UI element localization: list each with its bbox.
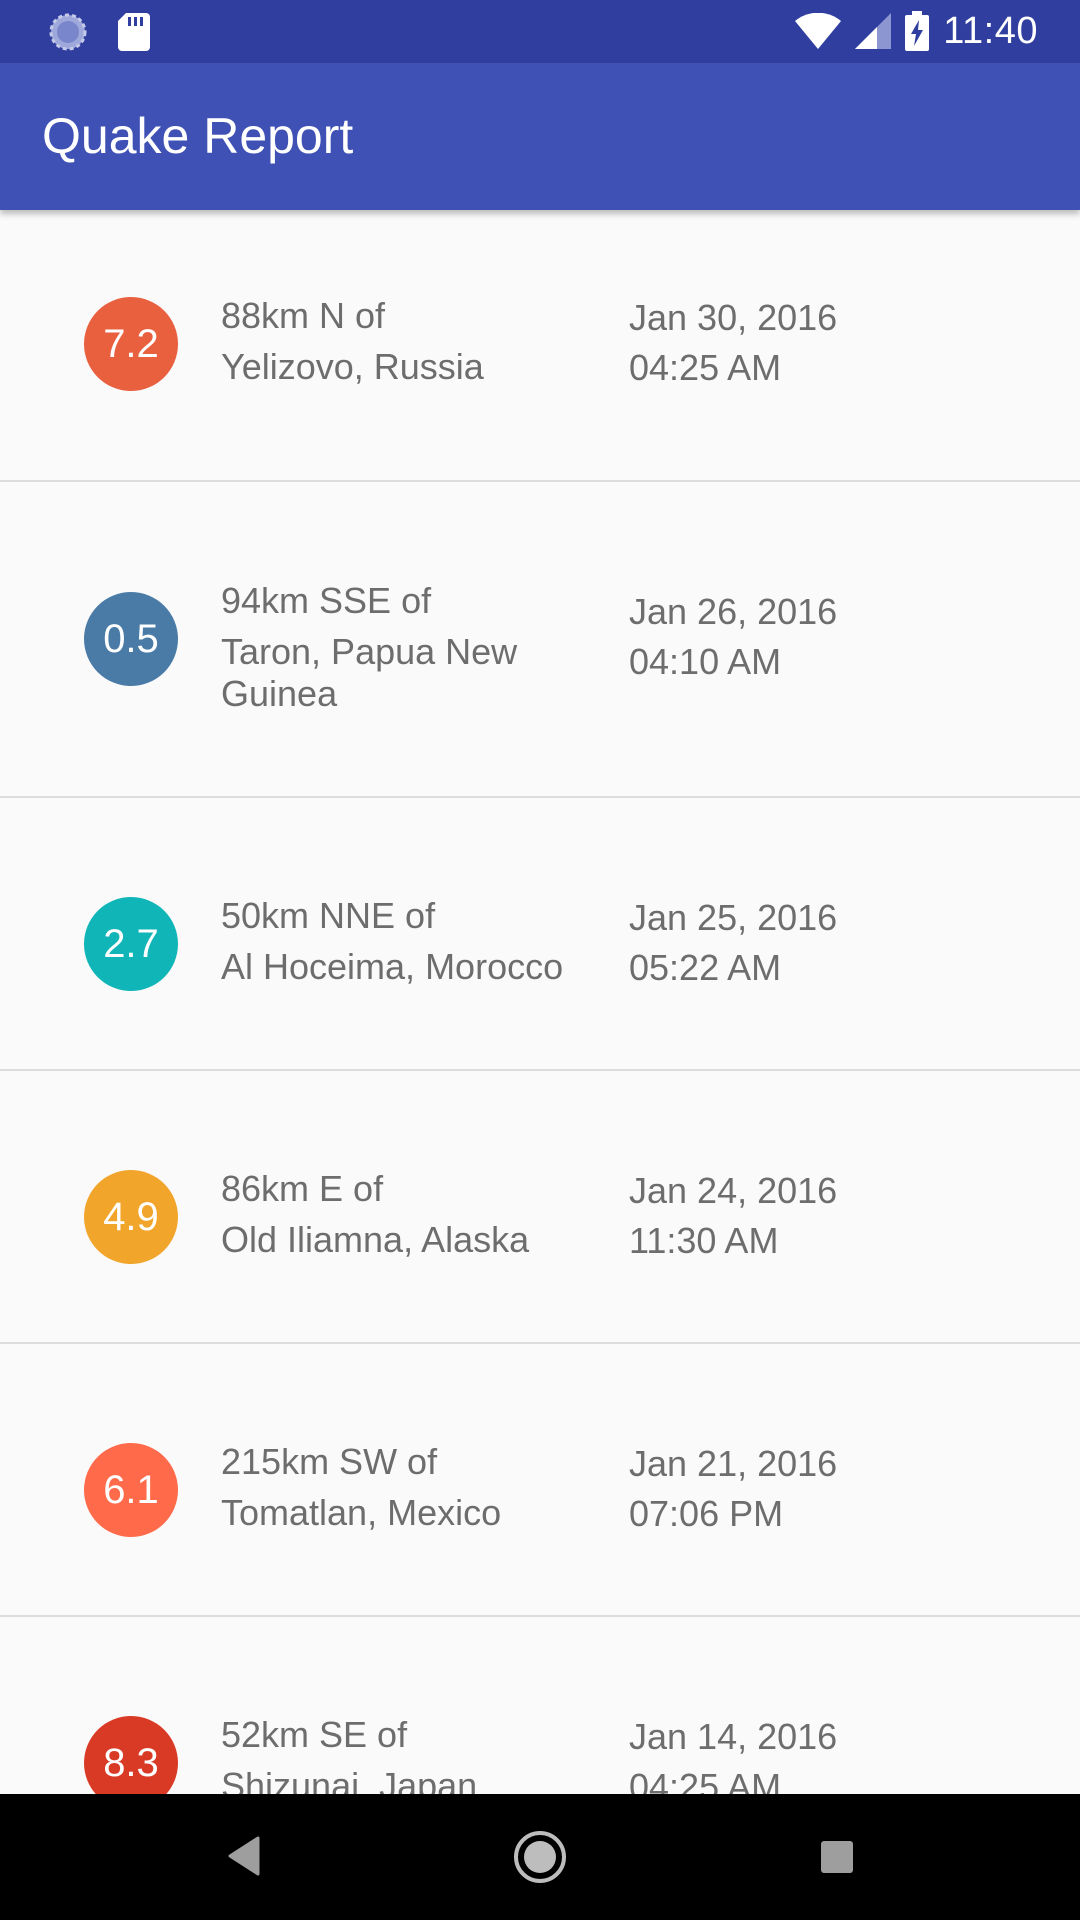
quake-time: 04:25 AM bbox=[629, 1766, 782, 1794]
quake-date: Jan 26, 2016 bbox=[629, 591, 838, 632]
magnitude-circle: 6.1 bbox=[84, 1443, 178, 1537]
location-offset: 215km SW of bbox=[221, 1441, 438, 1482]
back-button[interactable] bbox=[222, 1832, 264, 1880]
quake-time: 07:06 PM bbox=[629, 1493, 784, 1534]
location: 215km SW of Tomatlan, Mexico bbox=[221, 1441, 591, 1534]
location-offset: 50km NNE of bbox=[221, 895, 436, 936]
magnitude-circle: 7.2 bbox=[84, 297, 178, 391]
magnitude-value: 6.1 bbox=[103, 1467, 159, 1512]
quake-list-item[interactable]: 8.3 52km SE of Shizunai, Japan Jan 14, 2… bbox=[0, 1617, 1080, 1794]
location-offset: 94km SSE of bbox=[221, 580, 432, 621]
navigation-bar bbox=[0, 1794, 1080, 1920]
wifi-icon bbox=[795, 13, 842, 49]
app-title: Quake Report bbox=[42, 108, 354, 164]
quake-time: 04:25 AM bbox=[629, 347, 782, 388]
location: 88km N of Yelizovo, Russia bbox=[221, 295, 591, 388]
magnitude-value: 7.2 bbox=[103, 321, 159, 366]
quake-time: 11:30 AM bbox=[629, 1220, 779, 1261]
quake-list-item[interactable]: 0.5 94km SSE of Taron, Papua New Guinea … bbox=[0, 482, 1080, 798]
date-time: Jan 24, 2016 11:30 AM bbox=[629, 1166, 929, 1266]
quake-list[interactable]: 7.2 88km N of Yelizovo, Russia Jan 30, 2… bbox=[0, 210, 1080, 1794]
quake-time: 04:10 AM bbox=[629, 641, 782, 682]
location-primary: Al Hoceima, Morocco bbox=[221, 946, 564, 987]
quake-date: Jan 25, 2016 bbox=[629, 897, 838, 938]
magnitude-circle: 8.3 bbox=[84, 1716, 178, 1794]
quake-list-item[interactable]: 4.9 86km E of Old Iliamna, Alaska Jan 24… bbox=[0, 1071, 1080, 1344]
home-button[interactable] bbox=[513, 1830, 567, 1884]
magnitude-circle: 0.5 bbox=[84, 592, 178, 686]
location: 94km SSE of Taron, Papua New Guinea bbox=[221, 580, 591, 715]
magnitude-circle: 4.9 bbox=[84, 1170, 178, 1264]
location-primary: Taron, Papua New Guinea bbox=[221, 631, 518, 714]
signal-icon bbox=[855, 13, 892, 49]
location-primary: Old Iliamna, Alaska bbox=[221, 1219, 530, 1260]
quake-date: Jan 30, 2016 bbox=[629, 297, 838, 338]
battery-charging-icon bbox=[905, 11, 930, 51]
location-offset: 52km SE of bbox=[221, 1714, 408, 1755]
location-offset: 88km N of bbox=[221, 295, 386, 336]
status-bar: 11:40 bbox=[0, 0, 1080, 63]
quake-list-item[interactable]: 6.1 215km SW of Tomatlan, Mexico Jan 21,… bbox=[0, 1344, 1080, 1617]
quake-time: 05:22 AM bbox=[629, 947, 782, 988]
sd-card-icon bbox=[118, 13, 150, 51]
recents-button[interactable] bbox=[818, 1832, 856, 1882]
magnitude-value: 4.9 bbox=[103, 1194, 159, 1239]
magnitude-circle: 2.7 bbox=[84, 897, 178, 991]
home-icon bbox=[513, 1830, 567, 1884]
location: 50km NNE of Al Hoceima, Morocco bbox=[221, 895, 591, 988]
quake-list-item[interactable]: 2.7 50km NNE of Al Hoceima, Morocco Jan … bbox=[0, 798, 1080, 1071]
date-time: Jan 21, 2016 07:06 PM bbox=[629, 1439, 929, 1539]
back-icon bbox=[226, 1836, 260, 1876]
magnitude-value: 8.3 bbox=[103, 1740, 159, 1785]
quake-date: Jan 14, 2016 bbox=[629, 1716, 838, 1757]
location-offset: 86km E of bbox=[221, 1168, 384, 1209]
sync-icon bbox=[48, 12, 88, 52]
date-time: Jan 25, 2016 05:22 AM bbox=[629, 893, 929, 993]
app-bar: Quake Report bbox=[0, 63, 1080, 210]
magnitude-value: 0.5 bbox=[103, 616, 159, 661]
location-primary: Tomatlan, Mexico bbox=[221, 1492, 502, 1533]
date-time: Jan 30, 2016 04:25 AM bbox=[629, 293, 929, 393]
quake-list-item[interactable]: 7.2 88km N of Yelizovo, Russia Jan 30, 2… bbox=[0, 210, 1080, 482]
status-time: 11:40 bbox=[943, 9, 1038, 52]
location: 86km E of Old Iliamna, Alaska bbox=[221, 1168, 591, 1261]
location-primary: Yelizovo, Russia bbox=[221, 346, 484, 387]
date-time: Jan 26, 2016 04:10 AM bbox=[629, 587, 929, 687]
magnitude-value: 2.7 bbox=[103, 921, 159, 966]
quake-date: Jan 24, 2016 bbox=[629, 1170, 838, 1211]
location-primary: Shizunai, Japan bbox=[221, 1765, 478, 1794]
quake-date: Jan 21, 2016 bbox=[629, 1443, 838, 1484]
location: 52km SE of Shizunai, Japan bbox=[221, 1714, 591, 1794]
date-time: Jan 14, 2016 04:25 AM bbox=[629, 1712, 929, 1794]
recents-icon bbox=[819, 1839, 855, 1875]
